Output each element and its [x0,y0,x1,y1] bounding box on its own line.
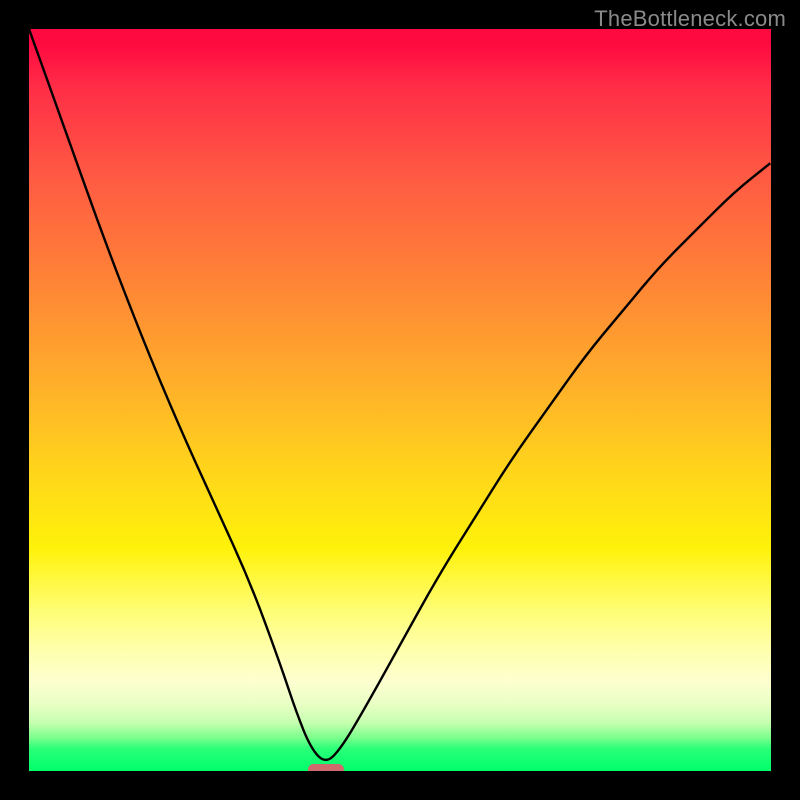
watermark-text: TheBottleneck.com [594,6,786,32]
plot-area [29,29,771,771]
chart-frame: TheBottleneck.com [0,0,800,800]
bottleneck-curve [29,29,771,771]
optimal-point-marker [308,764,344,771]
